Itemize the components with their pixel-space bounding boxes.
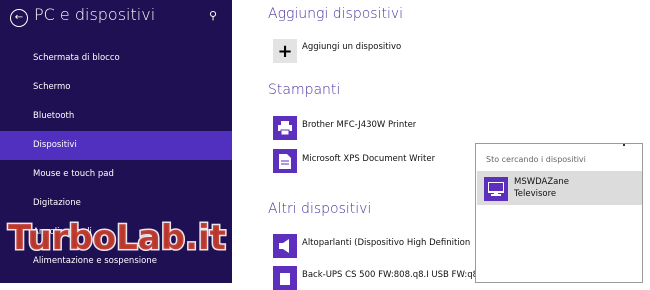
sidebar-item-devices[interactable]: Dispositivi bbox=[0, 131, 232, 160]
printer-icon[interactable] bbox=[273, 116, 297, 140]
document-icon[interactable] bbox=[273, 149, 297, 173]
search-status-text: Sto cercando i dispositivi bbox=[486, 155, 586, 164]
other-devices-title: Altri dispositivi bbox=[268, 201, 372, 217]
add-device-plus-icon[interactable]: + bbox=[273, 39, 297, 63]
speaker-icon[interactable] bbox=[273, 234, 297, 258]
device-xps-writer[interactable]: Microsoft XPS Document Writer bbox=[302, 154, 435, 164]
add-devices-title: Aggiungi dispositivi bbox=[268, 6, 404, 22]
sidebar-item-power-sleep[interactable]: Alimentazione e sospensione bbox=[0, 247, 232, 276]
device-ups[interactable]: Back-UPS CS 500 FW:808.q8.I USB FW:q8 bbox=[302, 270, 478, 280]
sidebar-item-typing[interactable]: Digitazione bbox=[0, 189, 232, 218]
sidebar-title: PC e dispositivi bbox=[34, 5, 156, 24]
printers-title: Stampanti bbox=[268, 82, 341, 98]
progress-dot bbox=[623, 144, 625, 146]
sidebar-item-lock-screen[interactable]: Schermata di blocco bbox=[0, 44, 232, 73]
monitor-icon bbox=[484, 177, 508, 201]
sidebar-item-mouse-touchpad[interactable]: Mouse e touch pad bbox=[0, 160, 232, 189]
ups-icon[interactable] bbox=[273, 266, 297, 290]
device-search-popup: Sto cercando i dispositivi MSWDAZane Tel… bbox=[475, 143, 643, 283]
back-arrow-icon[interactable]: ← bbox=[10, 9, 28, 27]
sidebar-item-corners-edges[interactable]: Angoli e bordi bbox=[0, 218, 232, 247]
sidebar-item-bluetooth[interactable]: Bluetooth bbox=[0, 102, 232, 131]
device-brother-printer[interactable]: Brother MFC-J430W Printer bbox=[302, 120, 416, 130]
device-speakers[interactable]: Altoparlanti (Dispositivo High Definitio… bbox=[302, 238, 470, 248]
found-device-type: Televisore bbox=[514, 189, 557, 199]
found-device-name: MSWDAZane bbox=[514, 177, 569, 187]
sidebar-item-display[interactable]: Schermo bbox=[0, 73, 232, 102]
search-icon[interactable]: ⚲ bbox=[209, 9, 217, 22]
add-device-button[interactable]: Aggiungi un dispositivo bbox=[302, 42, 401, 52]
found-device-item[interactable]: MSWDAZane Televisore bbox=[477, 171, 642, 205]
sidebar: ← PC e dispositivi ⚲ Schermata di blocco… bbox=[0, 0, 232, 283]
